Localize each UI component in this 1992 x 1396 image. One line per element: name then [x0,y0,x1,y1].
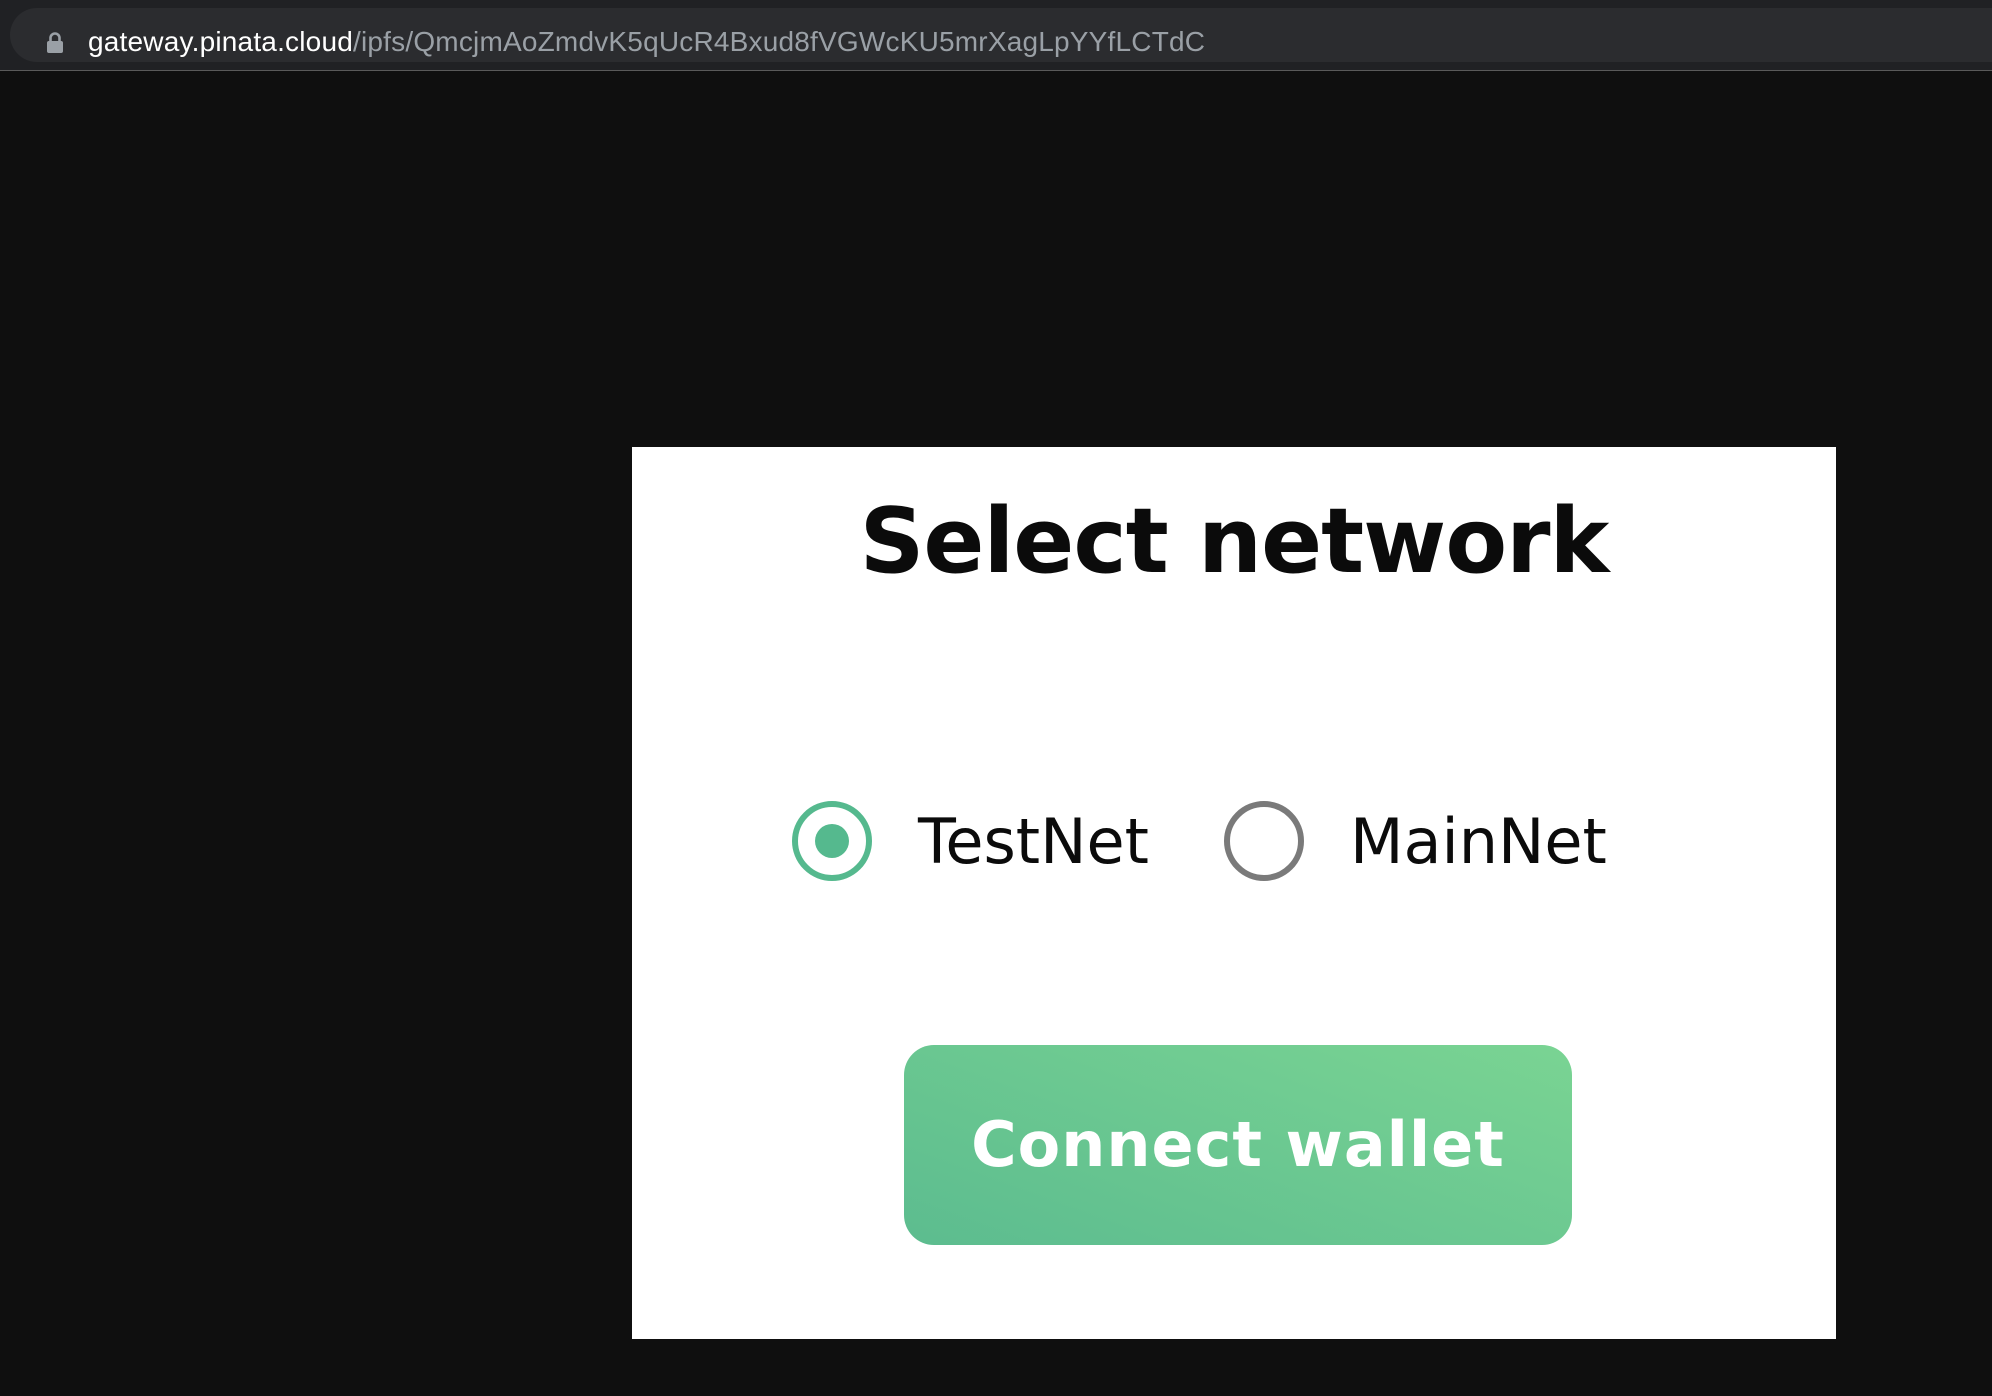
url-text[interactable]: gateway.pinata.cloud/ipfs/QmcjmAoZmdvK5q… [88,21,1205,63]
url-path: /ipfs/QmcjmAoZmdvK5qUcR4Bxud8fVGWcKU5mrX… [353,26,1206,57]
radio-checked-icon[interactable] [792,801,872,881]
panel-title: Select network [859,489,1610,594]
browser-address-bar: gateway.pinata.cloud/ipfs/QmcjmAoZmdvK5q… [0,0,1992,71]
url-host: gateway.pinata.cloud [88,26,353,57]
radio-dot [815,824,849,858]
radio-option-mainnet[interactable]: MainNet [1224,801,1624,883]
connect-wallet-label: Connect wallet [971,1108,1505,1181]
url-field[interactable]: gateway.pinata.cloud/ipfs/QmcjmAoZmdvK5q… [10,8,1992,62]
network-select-panel: Select network TestNet MainNet Connect w… [632,447,1836,1339]
radio-option-testnet[interactable]: TestNet [792,801,1162,883]
lock-icon[interactable] [46,32,64,54]
connect-wallet-button[interactable]: Connect wallet [904,1045,1572,1245]
radio-unchecked-icon[interactable] [1224,801,1304,881]
radio-label-mainnet: MainNet [1350,805,1607,878]
radio-label-testnet: TestNet [918,805,1149,878]
